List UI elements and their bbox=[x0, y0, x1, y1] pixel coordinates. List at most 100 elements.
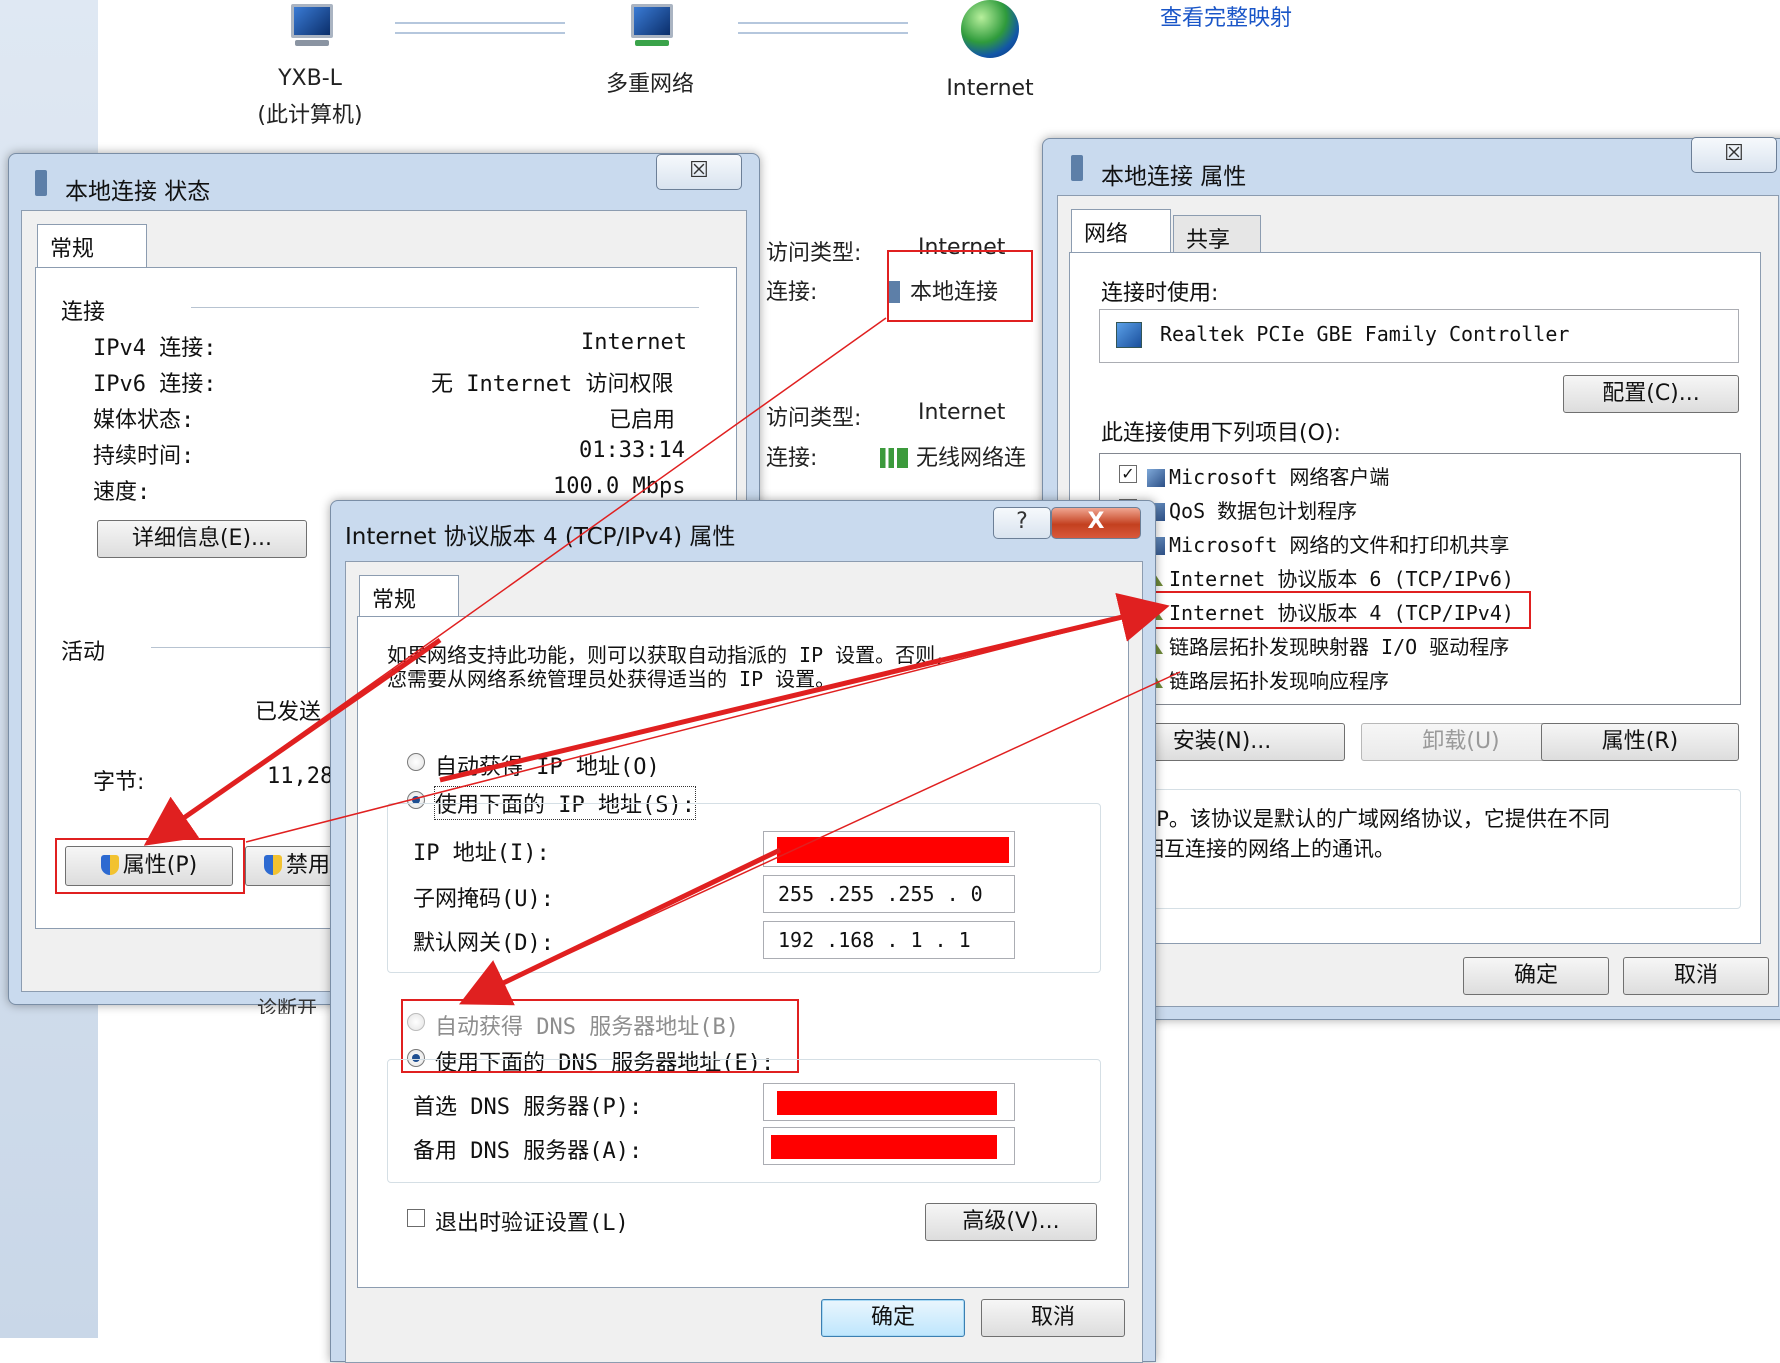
list-item[interactable]: 链路层拓扑发现映射器 I/O 驱动程序 bbox=[1147, 631, 1509, 660]
network-adapter-icon bbox=[1116, 322, 1142, 348]
node-multi-label: 多重网络 bbox=[605, 72, 694, 97]
gateway-value: 192 .168 . 1 . 1 bbox=[778, 928, 971, 952]
close-icon: ☒ bbox=[689, 158, 709, 183]
subnet-mask-value: 255 .255 .255 . 0 bbox=[778, 882, 983, 906]
intro-line-2: 您需要从网络系统管理员处获得适当的 IP 设置。 bbox=[387, 667, 836, 691]
annotation-box-properties bbox=[55, 838, 245, 894]
annotation-box-local-connection bbox=[887, 250, 1033, 322]
tab-sharing[interactable]: 共享 bbox=[1173, 215, 1261, 253]
connector-line bbox=[395, 22, 565, 34]
duration-value: 01:33:14 bbox=[579, 438, 685, 463]
section-connection-heading: 连接 bbox=[61, 300, 106, 325]
tab-general[interactable]: 常规 bbox=[359, 575, 459, 617]
network-client-icon bbox=[1147, 469, 1165, 487]
ipv4-label: IPv4 连接: bbox=[93, 336, 217, 361]
connector-line bbox=[738, 22, 908, 34]
tab-network[interactable]: 网络 bbox=[1071, 209, 1171, 253]
list-item-label: QoS 数据包计划程序 bbox=[1169, 499, 1358, 523]
description-line-2: 相互连接的网络上的通讯。 bbox=[1143, 837, 1395, 861]
list-item-label: 链路层拓扑发现响应程序 bbox=[1169, 669, 1389, 693]
gateway-field[interactable]: 192 .168 . 1 . 1 bbox=[763, 921, 1015, 959]
ipv4-window-title: Internet 协议版本 4 (TCP/IPv4) 属性 bbox=[345, 524, 736, 550]
close-icon: X bbox=[1087, 509, 1105, 534]
item-properties-button[interactable]: 属性(R) bbox=[1541, 723, 1739, 761]
close-button[interactable]: ☒ bbox=[656, 154, 742, 190]
close-button[interactable]: X bbox=[1051, 507, 1141, 539]
uac-shield-icon bbox=[264, 855, 282, 875]
help-icon: ? bbox=[1016, 509, 1028, 534]
close-button[interactable]: ☒ bbox=[1691, 137, 1777, 173]
redacted-ip-address bbox=[777, 837, 1009, 863]
preferred-dns-label: 首选 DNS 服务器(P): bbox=[413, 1095, 643, 1120]
list-item-label: 链路层拓扑发现映射器 I/O 驱动程序 bbox=[1169, 635, 1510, 659]
node-this-computer: YXB-L (此计算机) bbox=[245, 0, 375, 129]
redacted-preferred-dns bbox=[777, 1091, 997, 1115]
view-full-map-link[interactable]: 查看完整映射 bbox=[1160, 0, 1292, 32]
list-item[interactable]: Internet 协议版本 6 (TCP/IPv6) bbox=[1147, 563, 1514, 592]
ipv6-value: 无 Internet 访问权限 bbox=[431, 372, 674, 397]
status-window-titlebar[interactable]: 本地连接 状态 bbox=[9, 154, 759, 214]
description-line-1: /IP。该协议是默认的广域网络协议，它提供在不同 bbox=[1143, 807, 1610, 831]
node-internet-label: Internet bbox=[946, 76, 1034, 101]
speed-label: 速度: bbox=[93, 480, 151, 505]
ethernet-icon bbox=[1071, 155, 1083, 181]
ok-button[interactable]: 确定 bbox=[821, 1299, 965, 1337]
adapter-name: Realtek PCIe GBE Family Controller bbox=[1160, 322, 1570, 346]
list-item[interactable]: 链路层拓扑发现响应程序 bbox=[1147, 665, 1389, 694]
divider bbox=[191, 307, 699, 308]
validate-on-exit-label[interactable]: 退出时验证设置(L) bbox=[435, 1205, 629, 1237]
close-icon: ☒ bbox=[1724, 141, 1744, 166]
cancel-button[interactable]: 取消 bbox=[981, 1299, 1125, 1337]
media-state-label: 媒体状态: bbox=[93, 408, 195, 433]
properties-window-title: 本地连接 属性 bbox=[1101, 164, 1247, 190]
subnet-mask-label: 子网掩码(U): bbox=[413, 887, 554, 912]
globe-icon bbox=[961, 0, 1019, 58]
section-activity-heading: 活动 bbox=[61, 640, 106, 665]
connection-label-2: 连接: bbox=[766, 446, 818, 471]
network-icon bbox=[621, 0, 679, 48]
node-internet: Internet bbox=[930, 0, 1050, 101]
details-button[interactable]: 详细信息(E)... bbox=[97, 520, 307, 558]
access-type-value-2: Internet bbox=[918, 400, 1006, 425]
list-item[interactable]: Microsoft 网络客户端 bbox=[1147, 461, 1389, 490]
gateway-label: 默认网关(D): bbox=[413, 931, 554, 956]
divider bbox=[151, 647, 351, 648]
list-item-label: Internet 协议版本 6 (TCP/IPv6) bbox=[1169, 567, 1514, 591]
validate-on-exit-checkbox[interactable] bbox=[407, 1209, 425, 1227]
speed-value: 100.0 Mbps bbox=[553, 474, 686, 499]
subnet-mask-field[interactable]: 255 .255 .255 . 0 bbox=[763, 875, 1015, 913]
status-window-title: 本地连接 状态 bbox=[65, 179, 211, 205]
auto-ip-radio[interactable] bbox=[407, 753, 425, 771]
tab-general[interactable]: 常规 bbox=[37, 224, 147, 268]
diagnose-button-partial[interactable]: 诊断开 bbox=[257, 992, 317, 1014]
node-pc-sub: (此计算机) bbox=[257, 103, 363, 128]
ethernet-icon bbox=[35, 170, 47, 196]
configure-button[interactable]: 配置(C)... bbox=[1563, 375, 1739, 413]
list-item-label: Microsoft 网络的文件和打印机共享 bbox=[1169, 533, 1510, 557]
uninstall-button[interactable]: 卸载(U) bbox=[1361, 723, 1561, 761]
advanced-button[interactable]: 高级(V)... bbox=[925, 1203, 1097, 1241]
list-item-label: Microsoft 网络客户端 bbox=[1169, 465, 1390, 489]
node-multiple-networks: 多重网络 bbox=[585, 0, 715, 98]
auto-ip-label[interactable]: 自动获得 IP 地址(O) bbox=[435, 749, 660, 781]
cancel-button[interactable]: 取消 bbox=[1623, 957, 1769, 995]
ipv6-label: IPv6 连接: bbox=[93, 372, 217, 397]
node-pc-name: YXB-L bbox=[278, 66, 342, 91]
connection-label-1: 连接: bbox=[766, 280, 818, 305]
help-button[interactable]: ? bbox=[993, 507, 1051, 539]
ok-button[interactable]: 确定 bbox=[1463, 957, 1609, 995]
wireless-connection-link[interactable]: 无线网络连 bbox=[880, 440, 1026, 472]
ip-address-label: IP 地址(I): bbox=[413, 841, 550, 866]
list-item[interactable]: QoS 数据包计划程序 bbox=[1147, 495, 1357, 524]
list-item[interactable]: Microsoft 网络的文件和打印机共享 bbox=[1147, 529, 1509, 558]
alternate-dns-label: 备用 DNS 服务器(A): bbox=[413, 1139, 643, 1164]
access-type-label-2: 访问类型: bbox=[766, 406, 862, 431]
media-state-value: 已启用 bbox=[609, 408, 676, 433]
items-label: 此连接使用下列项目(O): bbox=[1101, 421, 1341, 446]
duration-label: 持续时间: bbox=[93, 444, 195, 469]
item-checkbox[interactable]: ✓ bbox=[1119, 465, 1137, 483]
properties-window-titlebar[interactable]: 本地连接 属性 bbox=[1043, 139, 1780, 199]
disable-button-label: 禁用 bbox=[286, 853, 331, 878]
access-type-label-1: 访问类型: bbox=[766, 241, 862, 266]
bytes-sent-value: 11,28 bbox=[267, 764, 334, 789]
